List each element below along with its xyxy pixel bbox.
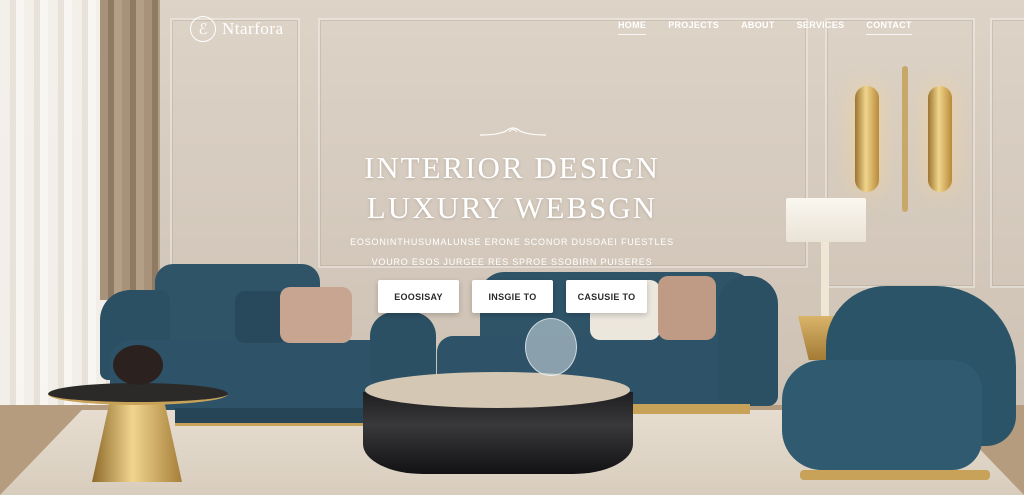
nav-item-contact[interactable]: CONTACT [866,20,912,35]
sheer-curtain [0,0,110,440]
floor-lamp-shade [786,198,866,242]
glass-vase [525,318,577,376]
center-sofa-arm [718,276,778,406]
nav-item-services[interactable]: SERVICES [797,20,845,35]
logo-text: Ntarfora [222,19,284,38]
cta-button-1[interactable]: EOOSISAY [378,280,459,313]
vase [113,345,163,385]
nav-item-projects[interactable]: PROJECTS [668,20,719,35]
nav-item-about[interactable]: ABOUT [741,20,775,35]
hero-headline: INTERIOR DESIGN LUXURY WEBSGN [300,148,724,228]
hero-subtext-1: EOSONINTHUSUMALUNSE ERONE SCONOR DUSOAEI… [350,237,674,247]
cta-button-3[interactable]: CASUSIE TO [566,280,647,313]
armchair-base [800,470,990,480]
wall-molding [318,18,808,268]
wall-sconce [928,86,952,192]
drape-curtain [100,0,160,300]
ornament-divider-icon [479,127,547,136]
wall-molding [170,18,300,268]
pillow [280,287,352,343]
left-sofa-base [175,408,375,426]
nav-item-home[interactable]: HOME [618,20,647,35]
headline-line-2: LUXURY WEBSGN [366,190,658,225]
cta-button-group: EOOSISAY INSGIE TO CASUSIE TO [378,280,647,313]
wall-molding [990,18,1024,288]
armchair-seat [782,360,982,470]
coffee-table-top [365,372,630,408]
headline-line-1: INTERIOR DESIGN [363,150,661,185]
pillow [658,276,716,340]
hero-section: ℰ Ntarfora HOME PROJECTS ABOUT SERVICES … [0,0,1024,495]
logo-icon: ℰ [190,16,216,42]
floor-lamp-pole [821,242,829,320]
hero-subtext-2: VOURO ESOS JURGEE RES SPROE SSOBIRN PUIS… [371,257,653,267]
wall-molding [825,18,975,288]
cta-button-2[interactable]: INSGIE TO [472,280,553,313]
site-logo[interactable]: ℰ Ntarfora [190,14,284,44]
wall-sconce [855,86,879,192]
sconce-mount [902,66,908,212]
main-nav: HOME PROJECTS ABOUT SERVICES CONTACT [618,20,912,35]
side-table-top [48,383,228,405]
left-sofa-arm [370,312,436,382]
